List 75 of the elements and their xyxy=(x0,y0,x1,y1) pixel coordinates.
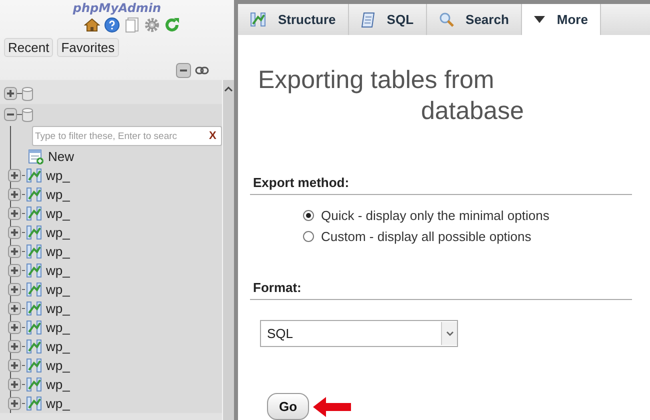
table-link[interactable]: wp_ xyxy=(46,263,70,278)
expand-icon[interactable] xyxy=(4,87,17,100)
table-structure-icon[interactable] xyxy=(26,358,42,373)
table-link[interactable]: wp_ xyxy=(46,225,70,240)
table-link[interactable]: wp_ xyxy=(46,358,70,373)
search-icon xyxy=(438,12,454,28)
expand-icon[interactable] xyxy=(8,245,21,258)
table-link[interactable]: wp_ xyxy=(46,206,70,221)
expand-icon[interactable] xyxy=(8,321,21,334)
expand-icon[interactable] xyxy=(8,340,21,353)
table-link[interactable]: wp_ xyxy=(46,187,70,202)
table-link[interactable]: wp_ xyxy=(46,168,70,183)
expand-icon[interactable] xyxy=(8,359,21,372)
table-structure-icon[interactable] xyxy=(26,263,42,278)
format-dropdown[interactable]: SQL xyxy=(260,320,458,347)
table-structure-icon xyxy=(250,12,266,28)
document-icon xyxy=(360,12,375,28)
table-structure-icon[interactable] xyxy=(26,282,42,297)
collapse-all-icon[interactable] xyxy=(176,63,191,78)
section-heading: Format: xyxy=(250,280,632,300)
table-structure-icon[interactable] xyxy=(26,320,42,335)
radio-button[interactable] xyxy=(303,231,314,242)
link-icon[interactable] xyxy=(195,66,209,75)
table-structure-icon[interactable] xyxy=(26,301,42,316)
tab[interactable]: Structure xyxy=(238,4,349,35)
home-icon[interactable] xyxy=(84,17,100,33)
scroll-up-icon[interactable] xyxy=(224,86,233,92)
table-structure-icon[interactable] xyxy=(26,225,42,240)
expand-icon[interactable] xyxy=(8,283,21,296)
reload-icon[interactable] xyxy=(164,17,180,33)
new-table-icon[interactable] xyxy=(28,148,44,164)
table-structure-icon[interactable] xyxy=(26,377,42,392)
settings-icon[interactable] xyxy=(144,17,160,33)
expand-icon[interactable] xyxy=(8,264,21,277)
expand-icon[interactable] xyxy=(8,378,21,391)
expand-icon[interactable] xyxy=(8,302,21,315)
table-link[interactable]: wp_ xyxy=(46,320,70,335)
table-link[interactable]: wp_ xyxy=(46,377,70,392)
filter-field[interactable]: Type to filter these, Enter to searc X xyxy=(32,126,222,146)
scrollbar[interactable] xyxy=(222,80,234,420)
new-table-link[interactable]: New xyxy=(48,149,74,164)
table-structure-icon[interactable] xyxy=(26,244,42,259)
table-structure-icon[interactable] xyxy=(26,339,42,354)
expand-icon[interactable] xyxy=(8,169,21,182)
tab[interactable]: SQL xyxy=(348,4,427,35)
dropdown-icon xyxy=(534,16,545,24)
expand-icon[interactable] xyxy=(8,397,21,410)
page-title: Exporting tables from database xyxy=(258,65,525,127)
expand-icon[interactable] xyxy=(8,226,21,239)
table-link[interactable]: wp_ xyxy=(46,339,70,354)
sidebar-tab[interactable]: Favorites xyxy=(57,38,119,57)
help-icon[interactable] xyxy=(104,17,120,33)
radio-button[interactable] xyxy=(303,210,314,221)
table-structure-icon[interactable] xyxy=(26,187,42,202)
table-link[interactable]: wp_ xyxy=(46,301,70,316)
section-heading: Export method: xyxy=(250,175,632,195)
database-icon xyxy=(22,108,33,122)
clear-filter-button[interactable]: X xyxy=(209,130,216,142)
logo: phpMyAdmin xyxy=(72,1,162,15)
table-structure-icon[interactable] xyxy=(26,206,42,221)
expand-icon[interactable] xyxy=(8,207,21,220)
sidebar-tab[interactable]: Recent xyxy=(4,38,54,57)
table-structure-icon[interactable] xyxy=(26,168,42,183)
expand-icon[interactable] xyxy=(8,188,21,201)
table-link[interactable]: wp_ xyxy=(46,282,70,297)
tab[interactable]: More xyxy=(522,4,601,35)
radio-label[interactable]: Quick - display only the minimal options xyxy=(321,208,550,223)
table-link[interactable]: wp_ xyxy=(46,396,70,411)
radio-label[interactable]: Custom - display all possible options xyxy=(321,229,532,244)
arrow-icon xyxy=(313,396,352,416)
table-structure-icon[interactable] xyxy=(26,396,42,411)
table-link[interactable]: wp_ xyxy=(46,244,70,259)
go-button[interactable]: Go xyxy=(267,393,310,420)
database-icon xyxy=(22,86,33,100)
collapse-icon[interactable] xyxy=(4,108,17,121)
